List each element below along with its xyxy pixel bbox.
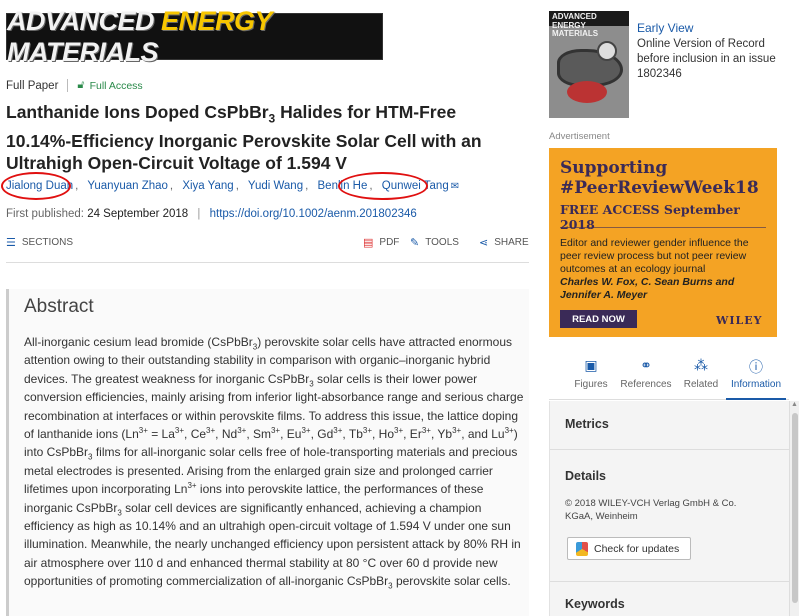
cover-art bbox=[597, 41, 617, 61]
metrics-heading[interactable]: Metrics bbox=[565, 417, 609, 431]
pdf-button[interactable]: ▤ PDF bbox=[363, 236, 399, 249]
article-type: Full Paper bbox=[6, 79, 59, 92]
first-published-date: 24 September 2018 bbox=[87, 208, 189, 220]
journal-banner[interactable]: ADVANCED ENERGY MATERIALS bbox=[6, 6, 383, 67]
link-icon: ⚭ bbox=[640, 357, 652, 373]
ad-divider bbox=[560, 227, 766, 228]
annotation-circle bbox=[338, 172, 428, 200]
panel-divider bbox=[550, 581, 790, 582]
information-panel: Metrics Details © 2018 WILEY-VCH Verlag … bbox=[549, 401, 790, 616]
author-link[interactable]: Yuanyuan Zhao bbox=[87, 180, 168, 192]
section-divider bbox=[6, 262, 529, 263]
ad-authors: Charles W. Fox, C. Sean Burns and Jennif… bbox=[560, 276, 735, 301]
sidebar-scrollbar[interactable]: ▲ bbox=[789, 401, 799, 616]
early-view-link[interactable]: Early View bbox=[637, 21, 693, 35]
first-published-label: First published: bbox=[6, 208, 84, 220]
share-icon: ⋖ bbox=[479, 237, 489, 249]
article-meta: Full Paper 🔓︎ Full Access bbox=[6, 79, 143, 92]
online-version-text: Online Version of Record before inclusio… bbox=[637, 38, 776, 65]
share-label: SHARE bbox=[494, 237, 529, 248]
tools-button[interactable]: ✎ TOOLS bbox=[410, 236, 459, 249]
check-updates-label: Check for updates bbox=[594, 542, 680, 555]
tab-information[interactable]: ⓘ Information bbox=[726, 352, 786, 400]
network-icon: ⁂ bbox=[694, 357, 708, 373]
meta-divider bbox=[67, 79, 69, 92]
wrench-icon: ✎ bbox=[410, 237, 420, 249]
article-toolbar: ☰ SECTIONS ▤ PDF ✎ TOOLS ⋖ SHARE bbox=[6, 234, 529, 252]
tab-references[interactable]: ⚭ References bbox=[616, 352, 676, 400]
sections-button[interactable]: ☰ SECTIONS bbox=[6, 236, 73, 249]
tools-label: TOOLS bbox=[425, 237, 459, 248]
pdf-label: PDF bbox=[379, 237, 400, 248]
read-now-button[interactable]: READ NOW bbox=[560, 310, 637, 328]
details-heading[interactable]: Details bbox=[565, 469, 606, 483]
email-icon[interactable]: ✉ bbox=[451, 181, 459, 192]
keywords-heading[interactable]: Keywords bbox=[565, 597, 625, 611]
image-icon: ▣ bbox=[584, 357, 598, 373]
article-title: Lanthanide Ions Doped CsPbBr3 Halides fo… bbox=[6, 102, 482, 173]
access-badge: Full Access bbox=[89, 79, 143, 92]
sections-label: SECTIONS bbox=[21, 237, 73, 248]
crossmark-icon bbox=[576, 541, 588, 556]
article-number: 1802346 bbox=[637, 68, 682, 80]
author-link[interactable]: Yudi Wang bbox=[248, 180, 303, 192]
doi-link[interactable]: https://doi.org/10.1002/aenm.201802346 bbox=[210, 208, 417, 220]
scrollbar-thumb[interactable] bbox=[792, 413, 798, 603]
tab-related[interactable]: ⁂ Related bbox=[671, 352, 731, 400]
cover-art bbox=[567, 81, 607, 103]
abstract-heading: Abstract bbox=[24, 296, 94, 317]
advertisement-label: Advertisement bbox=[549, 131, 610, 142]
info-icon: ⓘ bbox=[749, 359, 763, 375]
unlock-icon: 🔓︎ bbox=[77, 79, 85, 91]
publication-info: First published: 24 September 2018 | htt… bbox=[6, 208, 417, 220]
ad-body: Editor and reviewer gender influence the… bbox=[560, 237, 749, 275]
author-link[interactable]: Xiya Yang bbox=[182, 180, 233, 192]
wiley-logo: WILEY bbox=[716, 314, 763, 327]
copyright-text: © 2018 WILEY-VCH Verlag GmbH & Co. KGaA,… bbox=[565, 498, 737, 522]
abstract-text: All-inorganic cesium lead bromide (CsPbB… bbox=[24, 335, 524, 591]
check-for-updates-button[interactable]: Check for updates bbox=[567, 537, 691, 560]
annotation-circle bbox=[1, 172, 71, 200]
ad-headline: Supporting #PeerReviewWeek18 bbox=[560, 158, 759, 198]
tab-figures[interactable]: ▣ Figures bbox=[561, 352, 621, 400]
issue-info: Early View Online Version of Record befo… bbox=[637, 21, 797, 82]
journal-logo: ADVANCED ENERGY MATERIALS bbox=[7, 5, 272, 67]
advertisement-banner[interactable]: Supporting #PeerReviewWeek18 FREE ACCESS… bbox=[549, 148, 777, 337]
abstract-section: Abstract All-inorganic cesium lead bromi… bbox=[6, 289, 529, 616]
issue-cover-image[interactable]: ADVANCED ENERGY MATERIALS bbox=[549, 11, 629, 118]
share-button[interactable]: ⋖ SHARE bbox=[479, 236, 529, 249]
pdf-icon: ▤ bbox=[363, 237, 374, 249]
sidebar-tabs: ▣ Figures ⚭ References ⁂ Related ⓘ Infor… bbox=[549, 352, 789, 400]
scroll-up-icon[interactable]: ▲ bbox=[791, 401, 798, 408]
panel-divider bbox=[550, 449, 790, 450]
list-icon: ☰ bbox=[6, 237, 16, 249]
cover-title: ADVANCED ENERGY MATERIALS bbox=[552, 12, 599, 38]
